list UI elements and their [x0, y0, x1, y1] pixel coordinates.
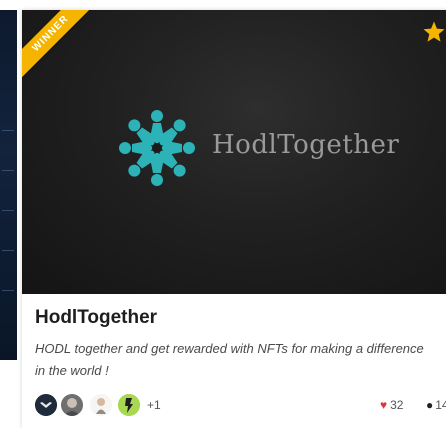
heart-icon: ♥	[380, 398, 388, 412]
neighbor-card-decoration	[2, 170, 14, 171]
avatar[interactable]	[61, 394, 83, 416]
card-footer: +1 ♥ 32 ● 14	[35, 394, 446, 418]
hodltogether-logo-icon	[119, 110, 195, 186]
star-icon[interactable]	[422, 20, 446, 44]
project-card[interactable]: WINNER HodlTogether HodlTogether HODL to…	[22, 10, 446, 428]
neighbor-card-decoration	[2, 250, 14, 251]
avatar[interactable]	[35, 394, 57, 416]
project-banner-image[interactable]: WINNER HodlTogether	[22, 10, 446, 294]
avatar-4	[118, 394, 140, 416]
winner-ribbon: WINNER	[22, 10, 105, 88]
project-description: HODL together and get rewarded with NFTs…	[35, 341, 424, 378]
more-members-count[interactable]: +1	[147, 398, 161, 412]
neighbor-card-decoration	[2, 290, 14, 291]
banner-brand-text: HodlTogether	[212, 130, 400, 160]
comment-icon: ●	[426, 398, 434, 412]
likes-counter[interactable]: ♥ 32	[380, 398, 403, 412]
page: WINNER HodlTogether HodlTogether HODL to…	[0, 0, 446, 428]
avatar[interactable]	[90, 394, 112, 416]
avatar-1	[35, 394, 57, 416]
comments-counter[interactable]: ● 14	[426, 398, 446, 412]
avatar[interactable]	[118, 394, 140, 416]
neighbor-card-edge[interactable]	[0, 10, 17, 360]
neighbor-card-decoration	[2, 130, 14, 131]
neighbor-card-decoration	[2, 210, 14, 211]
avatar-2	[61, 394, 83, 416]
project-title[interactable]: HodlTogether	[35, 307, 157, 329]
comments-count: 14	[435, 398, 446, 412]
likes-count: 32	[390, 398, 404, 412]
avatar-3	[90, 394, 112, 416]
